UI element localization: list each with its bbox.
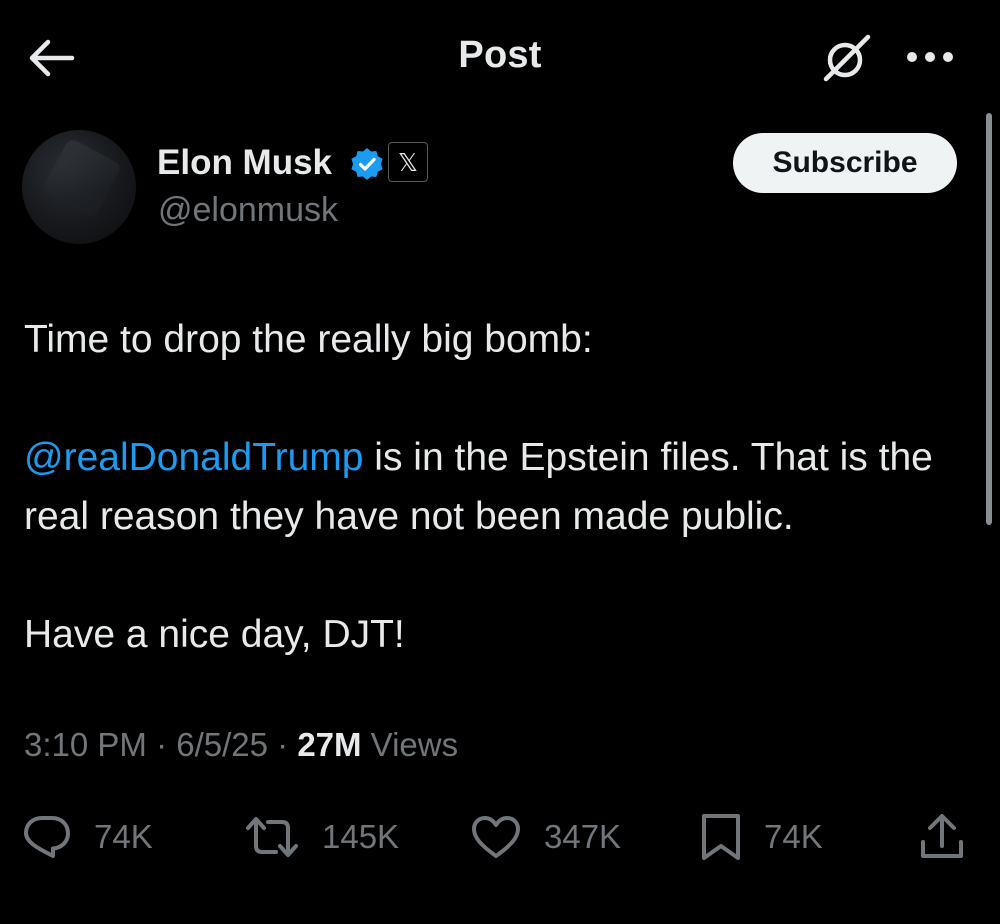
bookmark-icon	[702, 814, 740, 860]
top-bar: Post	[0, 0, 1000, 112]
post-text: Time to drop the really big bomb: @realD…	[24, 310, 974, 664]
post-date[interactable]: 6/5/25	[176, 726, 268, 763]
reply-count: 74K	[94, 818, 153, 855]
views-label: Views	[361, 726, 459, 763]
like-count: 347K	[544, 818, 622, 855]
like-button[interactable]: 347K	[470, 804, 621, 870]
like-icon	[472, 816, 520, 858]
reply-button[interactable]: 74K	[22, 804, 153, 870]
grok-icon	[823, 34, 871, 82]
bookmark-count: 74K	[764, 818, 823, 855]
post-time[interactable]: 3:10 PM	[24, 726, 147, 763]
post-line: Time to drop the really big bomb:	[24, 318, 593, 361]
verified-badge-icon[interactable]	[349, 146, 385, 182]
share-icon	[921, 814, 963, 858]
more-horizontal-icon	[907, 52, 953, 62]
repost-button[interactable]: 145K	[244, 804, 399, 870]
post-line: Have a nice day, DJT!	[24, 613, 405, 656]
repost-icon	[246, 817, 298, 857]
meta-separator: ·	[267, 726, 298, 763]
meta-separator: ·	[146, 726, 177, 763]
post-line: @realDonaldTrump is in the Epstein files…	[24, 428, 974, 546]
views-count[interactable]: 27M	[297, 726, 361, 763]
more-button[interactable]	[900, 32, 960, 82]
x-logo-icon: 𝕏	[397, 147, 419, 177]
bookmark-button[interactable]: 74K	[700, 804, 823, 870]
x-affiliation-badge[interactable]: 𝕏	[388, 142, 428, 182]
avatar-image	[41, 137, 123, 219]
author-handle[interactable]: @elonmusk	[158, 191, 338, 230]
action-bar: 74K 145K 347K 74K	[0, 804, 1000, 870]
scrollbar[interactable]	[986, 113, 992, 525]
author-avatar[interactable]	[22, 130, 136, 244]
reply-icon	[24, 816, 70, 858]
mention-link[interactable]: @realDonaldTrump	[24, 436, 363, 479]
author-name[interactable]: Elon Musk	[157, 143, 332, 183]
repost-count: 145K	[322, 818, 400, 855]
subscribe-button[interactable]: Subscribe	[733, 133, 957, 193]
post-meta: 3:10 PM · 6/5/25 · 27M Views	[24, 726, 458, 764]
share-button[interactable]	[918, 804, 966, 870]
grok-button[interactable]	[816, 28, 878, 88]
